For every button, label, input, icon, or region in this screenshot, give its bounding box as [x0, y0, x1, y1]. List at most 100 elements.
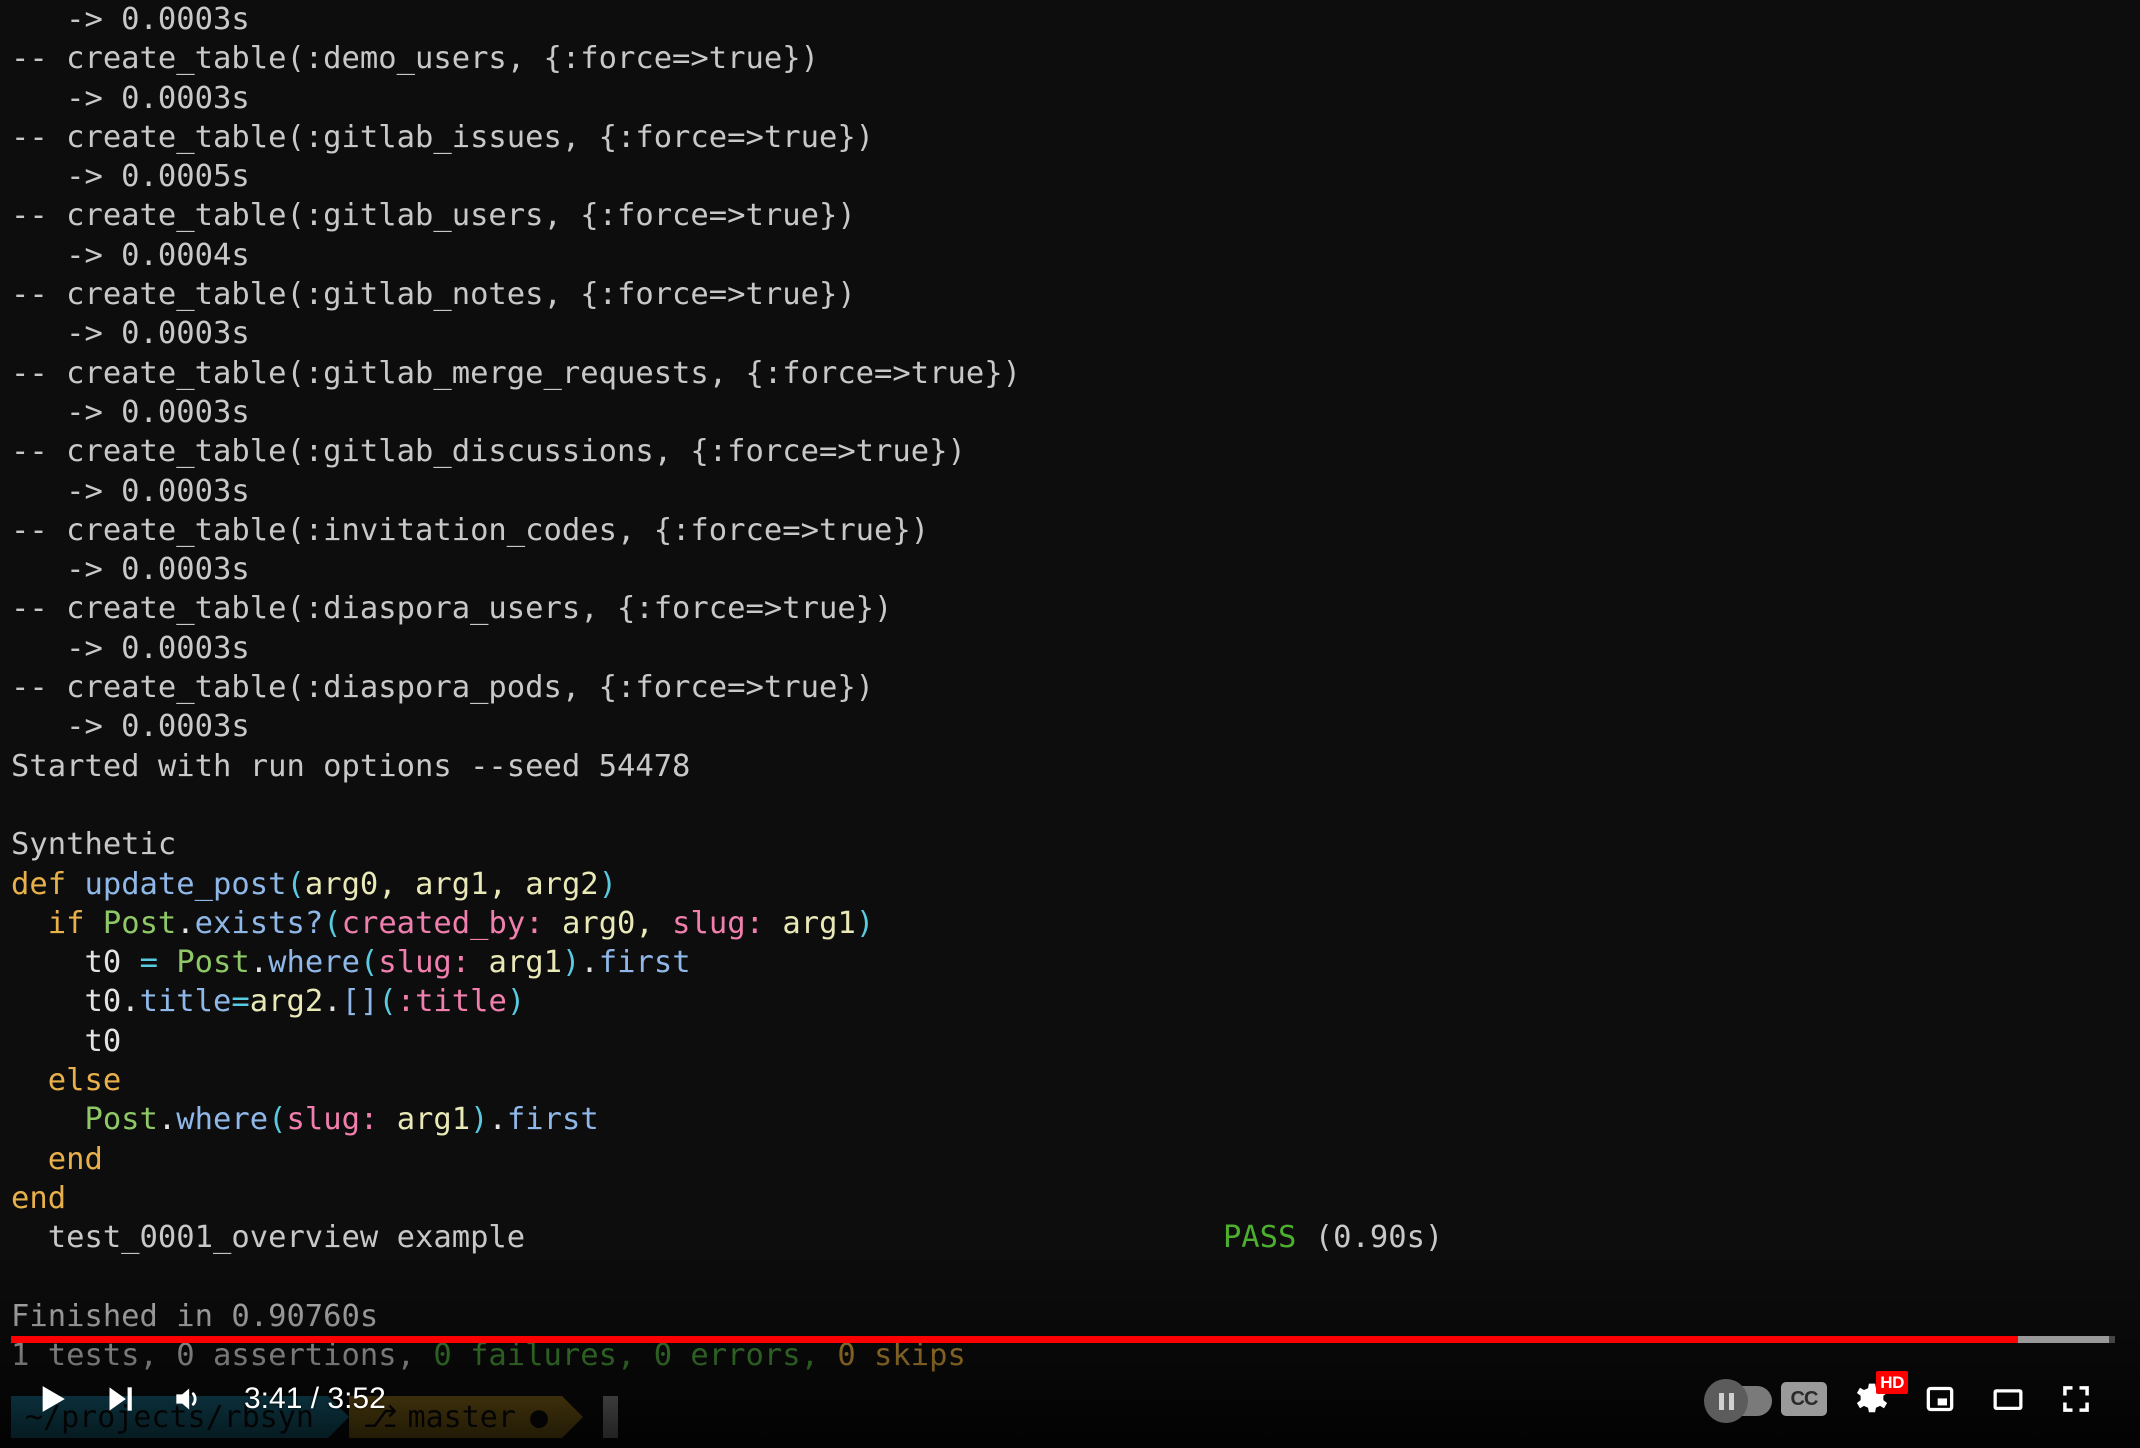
- term-text: (: [286, 866, 305, 902]
- term-text: [11, 1142, 48, 1177]
- migration-create-table: -- create_table(:diaspora_pods, {:force=…: [0, 668, 2140, 707]
- term-text: =: [231, 984, 250, 1020]
- fullscreen-icon: [2055, 1378, 2097, 1420]
- term-text: end: [11, 1180, 67, 1216]
- migration-timing: -> 0.0003s: [0, 79, 2140, 118]
- migration-timing: -> 0.0003s: [0, 629, 2140, 668]
- term-text: [84, 906, 102, 941]
- migration-create-table: -- create_table(:gitlab_discussions, {:f…: [0, 432, 2140, 471]
- progress-played: [11, 1336, 2019, 1343]
- miniplayer-button[interactable]: [1906, 1365, 1974, 1433]
- term-text: ): [470, 1102, 489, 1138]
- migration-timing: -> 0.0003s: [0, 707, 2140, 746]
- volume-button[interactable]: [154, 1365, 222, 1433]
- term-text: ,: [635, 905, 673, 941]
- migration-create-table: -- create_table(:gitlab_users, {:force=>…: [0, 196, 2140, 235]
- term-text: -> 0.0003s: [11, 709, 250, 745]
- term-text: update_post: [84, 866, 287, 902]
- term-text: Synthetic: [11, 827, 177, 863]
- term-text: ,: [378, 866, 416, 902]
- term-text: -- create_table(:gitlab_users, {:force=>…: [11, 198, 856, 234]
- term-text: -> 0.0003s: [11, 473, 250, 509]
- term-text: -- create_table(:gitlab_notes, {:force=>…: [11, 277, 856, 313]
- term-text: arg2: [525, 866, 599, 902]
- term-text: ,: [488, 866, 526, 902]
- term-text: slug:: [672, 905, 764, 941]
- code-line-t0: t0: [0, 1022, 2140, 1061]
- term-text: arg0: [561, 905, 636, 941]
- term-text: :title: [396, 984, 507, 1020]
- subtitles-button[interactable]: CC: [1770, 1365, 1838, 1433]
- volume-icon: [167, 1378, 209, 1420]
- term-text: first: [598, 945, 691, 981]
- term-text: where: [176, 1102, 269, 1138]
- migration-create-table: -- create_table(:gitlab_notes, {:force=>…: [0, 275, 2140, 314]
- term-text: (0.90s): [1296, 1220, 1444, 1256]
- term-text: Post: [84, 1102, 158, 1138]
- term-text: -> 0.0003s: [11, 552, 250, 588]
- term-text: [470, 945, 488, 980]
- term-text: [121, 945, 139, 980]
- term-text: test_0001_overview example: [11, 1220, 526, 1256]
- term-text: exists?: [194, 905, 324, 941]
- term-text: [11, 945, 84, 980]
- time-display: 3:41 / 3:52: [244, 1382, 386, 1415]
- settings-button[interactable]: HD: [1838, 1365, 1908, 1433]
- migration-create-table: -- create_table(:gitlab_issues, {:force=…: [0, 118, 2140, 157]
- term-text: def: [11, 866, 67, 902]
- video-player[interactable]: -> 0.0003s -- create_table(:demo_users, {…: [0, 0, 2140, 1448]
- term-text: where: [268, 945, 360, 981]
- term-text: (: [359, 945, 379, 981]
- term-text: t0: [84, 984, 122, 1020]
- term-text: created_by:: [341, 905, 544, 941]
- term-text: arg0: [304, 866, 379, 902]
- autoplay-toggle-button[interactable]: [1702, 1365, 1772, 1433]
- term-text: -> 0.0003s: [11, 630, 250, 666]
- next-video-icon: [99, 1378, 141, 1420]
- player-left-controls: 3:41 / 3:52: [18, 1365, 396, 1433]
- term-text: arg1: [488, 945, 562, 981]
- term-text: t0: [84, 1023, 122, 1059]
- migration-timing: -> 0.0003s: [0, 0, 2140, 39]
- code-line-end-inner: end: [0, 1140, 2140, 1179]
- migration-create-table: -- create_table(:gitlab_merge_requests, …: [0, 354, 2140, 393]
- migration-timing: -> 0.0003s: [0, 550, 2140, 589]
- next-video-button[interactable]: [86, 1365, 154, 1433]
- term-text: [764, 906, 782, 941]
- term-text: else: [47, 1063, 122, 1099]
- term-text: .: [249, 945, 269, 981]
- term-text: arg1: [782, 905, 856, 941]
- progress-bar[interactable]: [11, 1336, 2115, 1343]
- term-text: Post: [176, 945, 250, 981]
- term-text: .: [580, 945, 599, 981]
- term-text: [11, 906, 48, 941]
- migration-create-table: -- create_table(:diaspora_users, {:force…: [0, 589, 2140, 628]
- migration-timing: -> 0.0003s: [0, 393, 2140, 432]
- term-text: -> 0.0003s: [11, 394, 250, 430]
- fullscreen-button[interactable]: [2042, 1365, 2110, 1433]
- term-text: (: [323, 905, 342, 941]
- term-text: [66, 867, 84, 902]
- migration-timing: -> 0.0003s: [0, 314, 2140, 353]
- term-text: .: [157, 1102, 177, 1138]
- theater-mode-button[interactable]: [1974, 1365, 2042, 1433]
- player-control-bar[interactable]: 3:41 / 3:52 CC HD: [0, 1350, 2140, 1448]
- term-text: [11, 1102, 84, 1137]
- migration-timing: -> 0.0003s: [0, 472, 2140, 511]
- term-text: [378, 1102, 396, 1137]
- term-text: slug:: [286, 1102, 379, 1138]
- term-text: ): [506, 984, 526, 1020]
- term-text: first: [506, 1102, 599, 1138]
- term-text: -> 0.0004s: [11, 237, 250, 273]
- code-line-def: def update_post(arg0, arg1, arg2): [0, 865, 2140, 904]
- play-button[interactable]: [18, 1365, 86, 1433]
- migration-create-table: -- create_table(:demo_users, {:force=>tr…: [0, 39, 2140, 78]
- term-text: end: [47, 1141, 103, 1177]
- code-line-title: t0.title=arg2.[](:title): [0, 982, 2140, 1021]
- subtitles-icon: CC: [1781, 1382, 1827, 1416]
- term-text: [158, 945, 176, 980]
- term-text: arg1: [415, 866, 489, 902]
- test-result-line: test_0001_overview example PASS (0.90s): [0, 1218, 2140, 1257]
- term-text: arg1: [396, 1102, 471, 1138]
